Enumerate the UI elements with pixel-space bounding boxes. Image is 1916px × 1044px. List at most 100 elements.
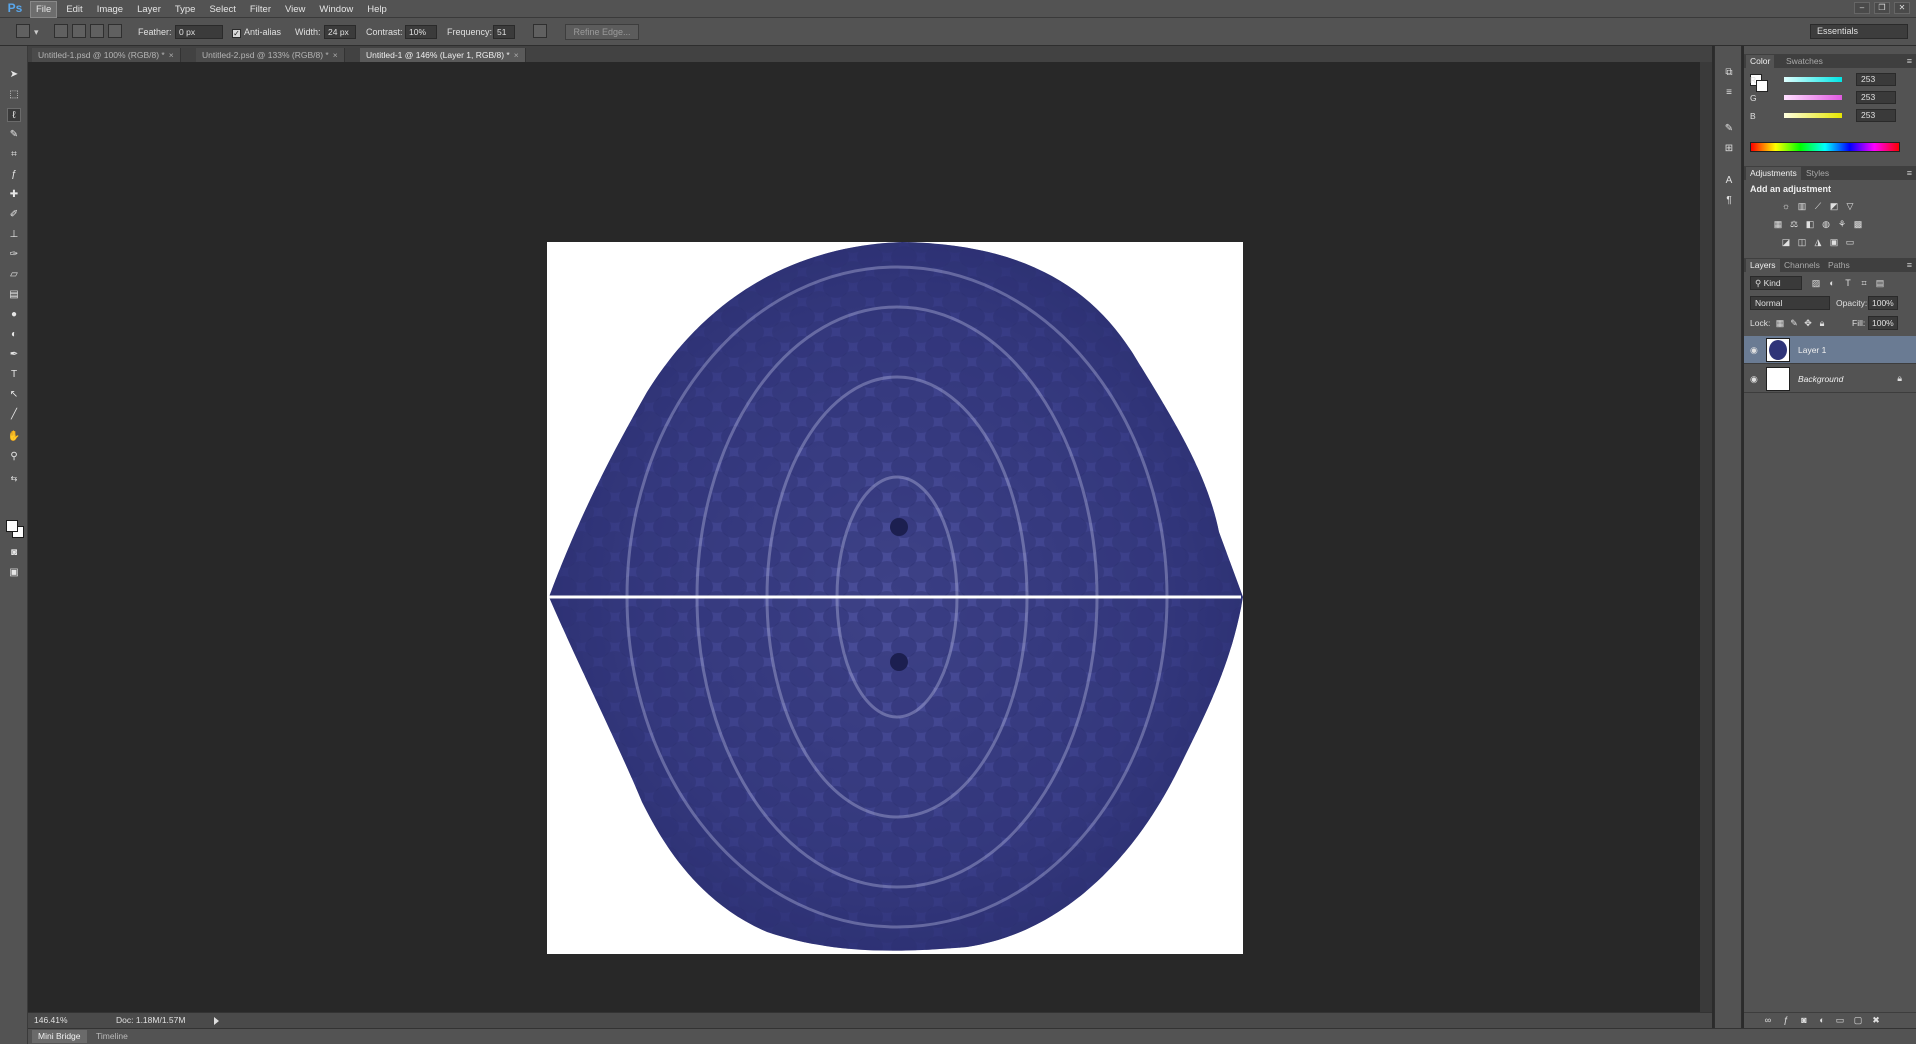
tab-color[interactable]: Color [1746,55,1775,68]
refine-edge-button[interactable]: Refine Edge... [565,24,639,40]
intersect-selection-icon[interactable] [108,24,122,38]
new-selection-icon[interactable] [54,24,68,38]
tab-close-icon[interactable]: × [514,50,519,60]
tab-mini-bridge[interactable]: Mini Bridge [32,1030,87,1043]
lock-image-icon[interactable]: ✎ [1788,317,1800,329]
green-value-input[interactable]: 253 [1856,91,1896,104]
lasso-tool-icon[interactable]: ℓ [7,108,21,122]
menu-file[interactable]: File [30,0,58,18]
magnetic-lasso-icon[interactable] [16,24,30,38]
foreground-color-swatch[interactable] [6,520,18,532]
menu-help[interactable]: Help [362,2,392,17]
menu-select[interactable]: Select [204,2,240,17]
layer-name[interactable]: Background [1798,374,1843,384]
path-selection-icon[interactable]: ↖ [7,388,21,402]
paragraph-panel-icon[interactable]: ¶ [1722,194,1736,208]
type-tool-icon[interactable]: T [7,368,21,382]
invert-icon[interactable]: ◪ [1780,236,1792,248]
tab-adjustments[interactable]: Adjustments [1746,167,1801,180]
pen-tool-icon[interactable]: ✒ [7,348,21,362]
quick-mask-icon[interactable]: ◙ [7,546,21,560]
blur-icon[interactable]: ● [7,308,21,322]
history-brush-icon[interactable]: ✑ [7,248,21,262]
tab-close-icon[interactable]: × [169,50,174,60]
lock-all-icon[interactable]: 🔒︎ [1816,317,1828,329]
dodge-icon[interactable]: ◐ [7,328,21,342]
channel-mixer-icon[interactable]: ⚘ [1836,218,1848,230]
tab-close-icon[interactable]: × [333,50,338,60]
link-layers-icon[interactable]: ∞ [1762,1014,1774,1026]
opacity-input[interactable]: 100% [1868,296,1898,310]
color-lookup-icon[interactable]: ▩ [1852,218,1864,230]
tab-timeline[interactable]: Timeline [90,1030,134,1043]
photo-filter-icon[interactable]: ◍ [1820,218,1832,230]
brightness-contrast-icon[interactable]: ☼ [1780,200,1792,212]
menu-filter[interactable]: Filter [245,2,276,17]
new-group-icon[interactable]: ▭ [1834,1014,1846,1026]
layer-row-layer-1[interactable]: ◉ Layer 1 [1744,336,1916,364]
add-selection-icon[interactable] [72,24,86,38]
spot-healing-icon[interactable]: ✚ [7,188,21,202]
history-panel-icon[interactable]: ⧉ [1722,66,1736,80]
gradient-map-icon[interactable]: ▭ [1844,236,1856,248]
exposure-icon[interactable]: ◩ [1828,200,1840,212]
delete-layer-icon[interactable]: ✖ [1870,1014,1882,1026]
frequency-input[interactable]: 51 [493,25,515,39]
lock-transparent-icon[interactable]: ▦ [1774,317,1786,329]
menu-type[interactable]: Type [170,2,201,17]
filter-adjustment-icon[interactable]: ◐ [1826,277,1838,289]
blend-mode-select[interactable]: Normal [1750,296,1830,310]
menu-view[interactable]: View [280,2,310,17]
new-adjustment-icon[interactable]: ◐ [1816,1014,1828,1026]
layer-name[interactable]: Layer 1 [1798,345,1826,355]
red-value-input[interactable]: 253 [1856,73,1896,86]
fill-input[interactable]: 100% [1868,316,1898,330]
layer-filter-kind[interactable]: ⚲ Kind [1750,276,1802,290]
zoom-tool-icon[interactable]: ⚲ [7,450,21,464]
width-input[interactable]: 24 px [324,25,356,39]
character-panel-icon[interactable]: A [1722,174,1736,188]
layer-row-background[interactable]: ◉ Background 🔒︎ [1744,365,1916,393]
selective-color-icon[interactable]: ▣ [1828,236,1840,248]
default-colors-icon[interactable]: ⇆ [7,472,21,486]
posterize-icon[interactable]: ◫ [1796,236,1808,248]
blue-value-input[interactable]: 253 [1856,109,1896,122]
document-canvas[interactable] [547,242,1243,954]
menu-window[interactable]: Window [314,2,358,17]
gradient-icon[interactable]: ▤ [7,288,21,302]
visibility-eye-icon[interactable]: ◉ [1750,374,1760,384]
black-white-icon[interactable]: ◧ [1804,218,1816,230]
filter-shape-icon[interactable]: ⌗ [1858,277,1870,289]
antialias-checkbox[interactable]: ✓ [232,29,241,38]
filter-type-icon[interactable]: T [1842,277,1854,289]
move-tool-icon[interactable]: ➤ [7,68,21,82]
brush-tool-icon[interactable]: ✐ [7,208,21,222]
clone-stamp-icon[interactable]: ⊥ [7,228,21,242]
subtract-selection-icon[interactable] [90,24,104,38]
antialias-option[interactable]: ✓ Anti-alias [232,25,281,39]
minimize-button[interactable]: – [1854,2,1870,14]
color-spectrum-bar[interactable] [1750,142,1900,152]
hue-saturation-icon[interactable]: ▦ [1772,218,1784,230]
feather-input[interactable]: 0 px [175,25,223,39]
layer-mask-icon[interactable]: ◙ [1798,1014,1810,1026]
curves-icon[interactable]: ⟋ [1812,200,1824,212]
hand-tool-icon[interactable]: ✋ [7,430,21,444]
quick-selection-icon[interactable]: ✎ [7,128,21,142]
lock-position-icon[interactable]: ✥ [1802,317,1814,329]
tablet-pressure-icon[interactable] [533,24,547,38]
vibrance-icon[interactable]: ▽ [1844,200,1856,212]
tab-channels[interactable]: Channels [1780,259,1824,272]
contrast-input[interactable]: 10% [405,25,437,39]
filter-smart-object-icon[interactable]: ▤ [1874,277,1886,289]
brush-panel-icon[interactable]: ✎ [1722,122,1736,136]
properties-panel-icon[interactable]: ≡ [1722,86,1736,100]
line-tool-icon[interactable]: ╱ [7,408,21,422]
clone-source-icon[interactable]: ⊞ [1722,142,1736,156]
close-button[interactable]: ✕ [1894,2,1910,14]
doc-tab-untitled-1-psd[interactable]: Untitled-1.psd @ 100% (RGB/8) * × [32,48,181,62]
menu-layer[interactable]: Layer [132,2,166,17]
new-layer-icon[interactable]: ▢ [1852,1014,1864,1026]
marquee-tool-icon[interactable]: ⬚ [7,88,21,102]
menu-edit[interactable]: Edit [61,2,87,17]
